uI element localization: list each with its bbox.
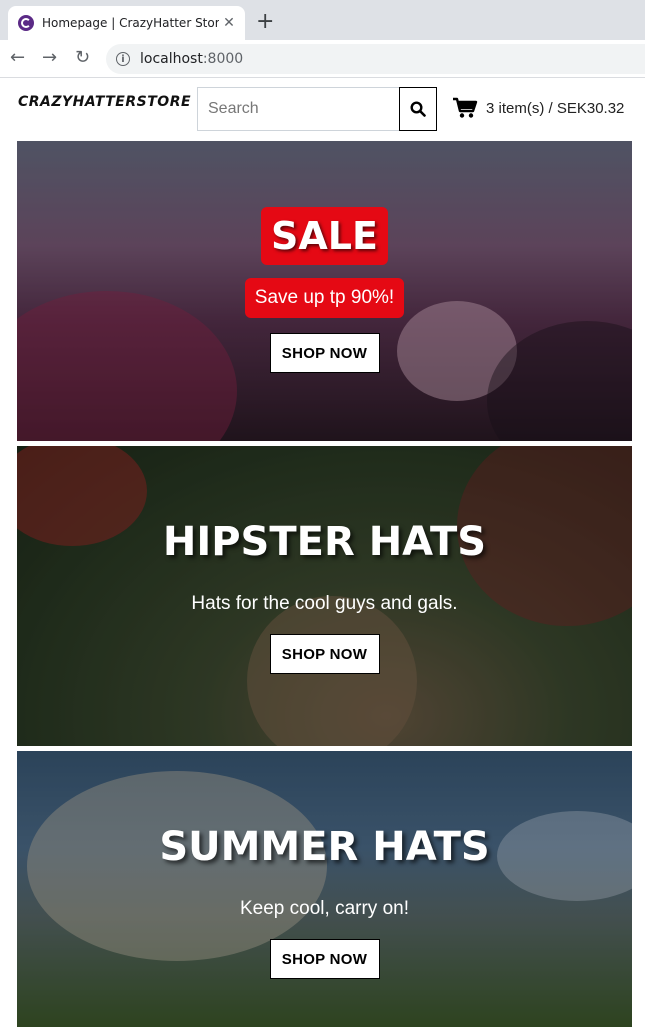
shop-now-button[interactable]: SHOP NOW <box>269 939 380 979</box>
summer-hats-banner[interactable]: SUMMER HATS Keep cool, carry on! SHOP NO… <box>17 751 632 1027</box>
banner-title: HIPSTER HATS <box>162 519 487 565</box>
banner-title: SUMMER HATS <box>159 824 490 870</box>
favicon-icon <box>18 15 34 31</box>
cart-icon <box>453 97 478 118</box>
cart-link[interactable]: 3 item(s) / SEK30.32 <box>452 97 624 119</box>
url-port: :8000 <box>202 51 244 67</box>
search-input[interactable] <box>197 87 399 131</box>
cart-summary: 3 item(s) / SEK30.32 <box>486 99 625 117</box>
banner-content: SALE Save up tp 90%! SHOP NOW <box>17 141 632 441</box>
url-text: localhost:8000 <box>140 51 243 67</box>
search-form <box>197 87 437 131</box>
browser-toolbar: ← → ↻ i localhost:8000 <box>0 40 645 78</box>
sale-subtitle: Save up tp 90%! <box>244 278 405 318</box>
site-logo[interactable]: CRAZYHATTERSTORE <box>18 94 191 110</box>
hipster-hats-banner[interactable]: HIPSTER HATS Hats for the cool guys and … <box>17 446 632 746</box>
shop-now-button[interactable]: SHOP NOW <box>269 634 380 674</box>
banner-subtitle: Hats for the cool guys and gals. <box>191 593 458 614</box>
search-icon <box>410 101 426 117</box>
forward-arrow-icon[interactable]: → <box>42 48 57 68</box>
banner-content: SUMMER HATS Keep cool, carry on! SHOP NO… <box>17 751 632 1027</box>
banner-content: HIPSTER HATS Hats for the cool guys and … <box>17 446 632 746</box>
sale-banner[interactable]: SALE Save up tp 90%! SHOP NOW <box>17 141 632 441</box>
back-arrow-icon[interactable]: ← <box>10 48 25 68</box>
info-icon[interactable]: i <box>116 52 130 66</box>
reload-icon[interactable]: ↻ <box>75 48 90 68</box>
search-button[interactable] <box>399 87 437 131</box>
browser-tabstrip: Homepage | CrazyHatter Store ✕ + <box>0 0 645 40</box>
shop-now-button[interactable]: SHOP NOW <box>269 333 380 373</box>
url-host: localhost <box>140 51 203 67</box>
plus-icon[interactable]: + <box>256 10 274 34</box>
address-bar[interactable]: i localhost:8000 <box>106 44 645 74</box>
browser-tab[interactable]: Homepage | CrazyHatter Store ✕ <box>8 6 245 40</box>
tab-title: Homepage | CrazyHatter Store <box>42 16 219 30</box>
close-icon[interactable]: ✕ <box>219 15 239 31</box>
sale-badge: SALE <box>261 207 388 265</box>
site-header: CRAZYHATTERSTORE 3 item(s) / SEK30.32 <box>0 78 645 140</box>
banner-subtitle: Keep cool, carry on! <box>240 898 409 919</box>
